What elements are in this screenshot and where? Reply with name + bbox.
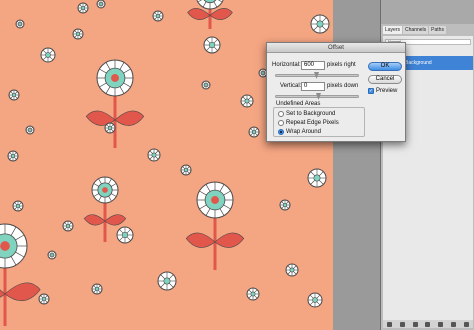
small-flower bbox=[147, 148, 161, 162]
small-flower bbox=[8, 89, 20, 101]
horizontal-slider-thumb[interactable] bbox=[314, 72, 319, 79]
vertical-slider[interactable] bbox=[275, 93, 359, 100]
option-repeat-edge-pixels[interactable]: Repeat Edge Pixels bbox=[278, 119, 339, 127]
small-flower bbox=[240, 94, 254, 108]
small-flower bbox=[72, 28, 84, 40]
small-flower bbox=[307, 292, 323, 308]
cancel-button[interactable]: Cancel bbox=[368, 75, 402, 84]
small-flower bbox=[152, 10, 164, 22]
small-flower bbox=[25, 125, 35, 135]
big-flower bbox=[85, 59, 145, 148]
small-flower bbox=[12, 200, 24, 212]
small-flower bbox=[285, 263, 299, 277]
radio-set-to-background[interactable] bbox=[278, 111, 284, 117]
small-flower bbox=[15, 19, 25, 29]
small-flower bbox=[96, 0, 106, 9]
ok-button[interactable]: OK bbox=[368, 62, 402, 71]
small-flower bbox=[246, 287, 260, 301]
tab-layers[interactable]: Layers bbox=[383, 26, 403, 34]
small-flower bbox=[157, 271, 177, 291]
option-wrap-around[interactable]: Wrap Around bbox=[278, 128, 321, 136]
small-flower bbox=[77, 2, 89, 14]
preview-checkbox[interactable]: ✓ bbox=[368, 88, 374, 94]
vertical-label: Vertical: bbox=[280, 83, 302, 89]
small-flower bbox=[47, 250, 57, 260]
layers-panel-footer bbox=[383, 320, 473, 328]
horizontal-slider[interactable] bbox=[275, 72, 359, 79]
small-flower bbox=[38, 293, 50, 305]
vertical-input[interactable]: 0 bbox=[301, 82, 325, 91]
horizontal-input[interactable]: 600 bbox=[301, 61, 325, 70]
adjustment-layer-icon[interactable] bbox=[425, 321, 431, 327]
layer-style-icon[interactable] bbox=[399, 321, 405, 327]
new-group-icon[interactable] bbox=[438, 321, 444, 327]
vertical-unit-label: pixels down bbox=[327, 83, 359, 89]
small-flower bbox=[7, 150, 19, 162]
layer-mask-icon[interactable] bbox=[412, 321, 418, 327]
preview-label: Preview bbox=[376, 88, 398, 94]
small-flower bbox=[201, 80, 211, 90]
small-flower bbox=[62, 220, 74, 232]
small-flower bbox=[104, 122, 116, 134]
big-flower bbox=[187, 0, 233, 29]
horizontal-label: Horizontal: bbox=[272, 62, 301, 68]
radio-repeat-edge-pixels[interactable] bbox=[278, 120, 284, 126]
layer-name: Background bbox=[405, 60, 432, 66]
option-label: Set to Background bbox=[286, 111, 336, 117]
big-flower bbox=[185, 181, 245, 270]
trash-icon[interactable] bbox=[463, 321, 469, 327]
panel-tabs: Layers Channels Paths bbox=[383, 26, 473, 36]
link-layers-icon[interactable] bbox=[386, 321, 392, 327]
small-flower bbox=[180, 164, 192, 176]
option-label: Wrap Around bbox=[286, 129, 321, 135]
small-flower bbox=[91, 283, 103, 295]
option-label: Repeat Edge Pixels bbox=[286, 120, 339, 126]
vertical-slider-thumb[interactable] bbox=[316, 93, 321, 100]
tab-channels[interactable]: Channels bbox=[403, 26, 429, 34]
tab-paths[interactable]: Paths bbox=[429, 26, 446, 34]
small-flower bbox=[40, 47, 56, 63]
horizontal-unit-label: pixels right bbox=[327, 62, 356, 68]
dock-header bbox=[381, 0, 474, 24]
small-flower bbox=[279, 199, 291, 211]
small-flower bbox=[248, 126, 260, 138]
small-flower bbox=[310, 14, 330, 34]
new-layer-icon[interactable] bbox=[451, 321, 457, 327]
small-flower bbox=[307, 168, 327, 188]
option-set-to-background[interactable]: Set to Background bbox=[278, 110, 335, 118]
big-flower bbox=[0, 223, 41, 326]
small-flower bbox=[203, 36, 221, 54]
offset-dialog: Offset Horizontal: 600 pixels right Vert… bbox=[266, 42, 406, 142]
undefined-areas-title: Undefined Areas bbox=[275, 101, 322, 107]
small-flower bbox=[116, 226, 134, 244]
dialog-title: Offset bbox=[267, 43, 405, 53]
undefined-areas-group: Set to Background Repeat Edge Pixels Wra… bbox=[273, 107, 365, 137]
radio-wrap-around[interactable] bbox=[278, 129, 284, 135]
preview-option[interactable]: ✓ Preview bbox=[368, 87, 397, 95]
